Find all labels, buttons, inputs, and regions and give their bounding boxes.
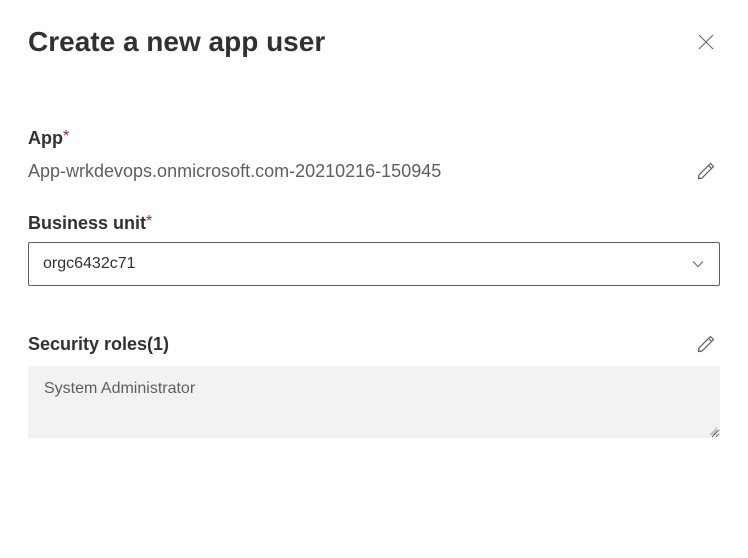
business-unit-label: Business unit [28, 213, 146, 234]
app-value: App-wrkdevops.onmicrosoft.com-20210216-1… [28, 161, 441, 182]
security-roles-header: Security roles(1) [28, 330, 720, 358]
chevron-down-icon [691, 257, 705, 271]
business-unit-field-group: Business unit * orgc6432c71 [28, 213, 720, 286]
pencil-icon [696, 161, 716, 181]
business-unit-value: orgc6432c71 [43, 255, 136, 273]
required-indicator: * [146, 213, 152, 230]
security-roles-label: Security roles(1) [28, 334, 169, 355]
close-icon [696, 32, 716, 52]
app-label: App [28, 128, 63, 149]
edit-security-roles-button[interactable] [692, 330, 720, 358]
close-button[interactable] [692, 28, 720, 56]
app-row: App-wrkdevops.onmicrosoft.com-20210216-1… [28, 157, 720, 185]
required-indicator: * [63, 128, 69, 145]
app-field-group: App* App-wrkdevops.onmicrosoft.com-20210… [28, 128, 720, 185]
security-role-item: System Administrator [44, 380, 704, 398]
edit-app-button[interactable] [692, 157, 720, 185]
panel-header: Create a new app user [28, 26, 720, 58]
security-roles-box[interactable]: System Administrator [28, 366, 720, 438]
security-roles-field-group: Security roles(1) System Administrator [28, 330, 720, 438]
pencil-icon [696, 334, 716, 354]
business-unit-dropdown[interactable]: orgc6432c71 [28, 242, 720, 286]
page-title: Create a new app user [28, 26, 325, 58]
